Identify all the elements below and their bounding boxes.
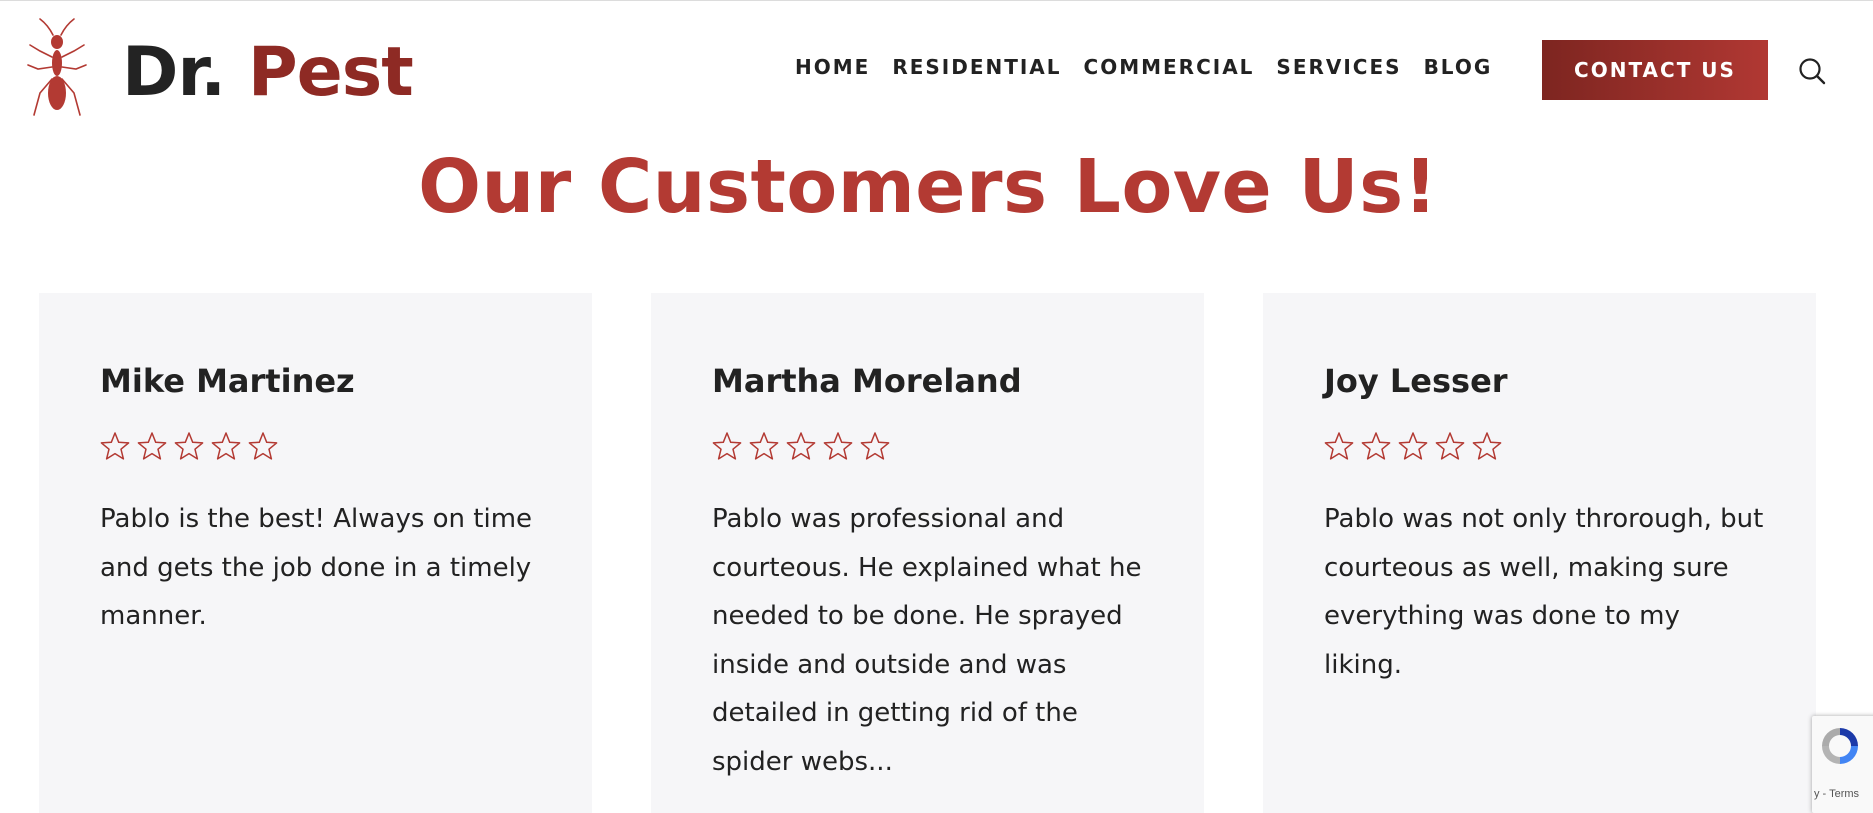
nav-commercial[interactable]: COMMERCIAL — [1084, 55, 1255, 79]
star-icon — [1435, 432, 1465, 460]
reviewer-name: Joy Lesser — [1324, 362, 1508, 400]
brand-name-part1: Dr. — [122, 33, 226, 112]
star-icon — [248, 432, 278, 460]
review-text: Pablo is the best! Always on time and ge… — [100, 504, 533, 631]
nav-home[interactable]: HOME — [795, 55, 870, 79]
reviewer-name: Mike Martinez — [100, 362, 355, 400]
star-icon — [100, 432, 130, 460]
search-icon[interactable] — [1797, 56, 1827, 86]
recaptcha-badge[interactable]: y - Terms — [1812, 716, 1873, 813]
main-nav: HOME RESIDENTIAL COMMERCIAL SERVICES BLO… — [795, 55, 1514, 79]
review-text: Pablo was not only throrough, but courte… — [1324, 504, 1764, 680]
star-icon — [174, 432, 204, 460]
section-heading: Our Customers Love Us! — [418, 144, 1438, 230]
logo[interactable]: Dr. Pest — [26, 17, 414, 123]
brand-name: Dr. Pest — [122, 33, 414, 107]
recaptcha-terms-link[interactable]: y - Terms — [1814, 788, 1859, 800]
star-rating — [1324, 431, 1764, 461]
star-icon — [1472, 432, 1502, 460]
star-icon — [823, 432, 853, 460]
nav-blog[interactable]: BLOG — [1424, 55, 1493, 79]
star-icon — [712, 432, 742, 460]
star-icon — [1361, 432, 1391, 460]
ant-icon — [27, 18, 87, 116]
nav-residential[interactable]: RESIDENTIAL — [892, 55, 1061, 79]
star-icon — [211, 432, 241, 460]
star-icon — [860, 432, 890, 460]
testimonial-card: Martha Moreland Pablo was professional a… — [651, 293, 1204, 813]
review-text: Pablo was professional and courteous. He… — [712, 504, 1142, 777]
star-rating — [100, 431, 540, 461]
star-icon — [137, 432, 167, 460]
contact-us-button[interactable]: CONTACT US — [1542, 40, 1768, 100]
brand-name-part2: Pest — [247, 33, 414, 112]
star-rating — [712, 431, 1152, 461]
recaptcha-icon — [1822, 728, 1858, 764]
star-icon — [1324, 432, 1354, 460]
site-header: Dr. Pest HOME RESIDENTIAL COMMERCIAL SER… — [0, 1, 1873, 139]
testimonial-card: Joy Lesser Pablo was not only throrough,… — [1263, 293, 1816, 813]
star-icon — [749, 432, 779, 460]
star-icon — [786, 432, 816, 460]
nav-services[interactable]: SERVICES — [1276, 55, 1401, 79]
reviewer-name: Martha Moreland — [712, 362, 1022, 400]
star-icon — [1398, 432, 1428, 460]
testimonial-card: Mike Martinez Pablo is the best! Always … — [39, 293, 592, 813]
